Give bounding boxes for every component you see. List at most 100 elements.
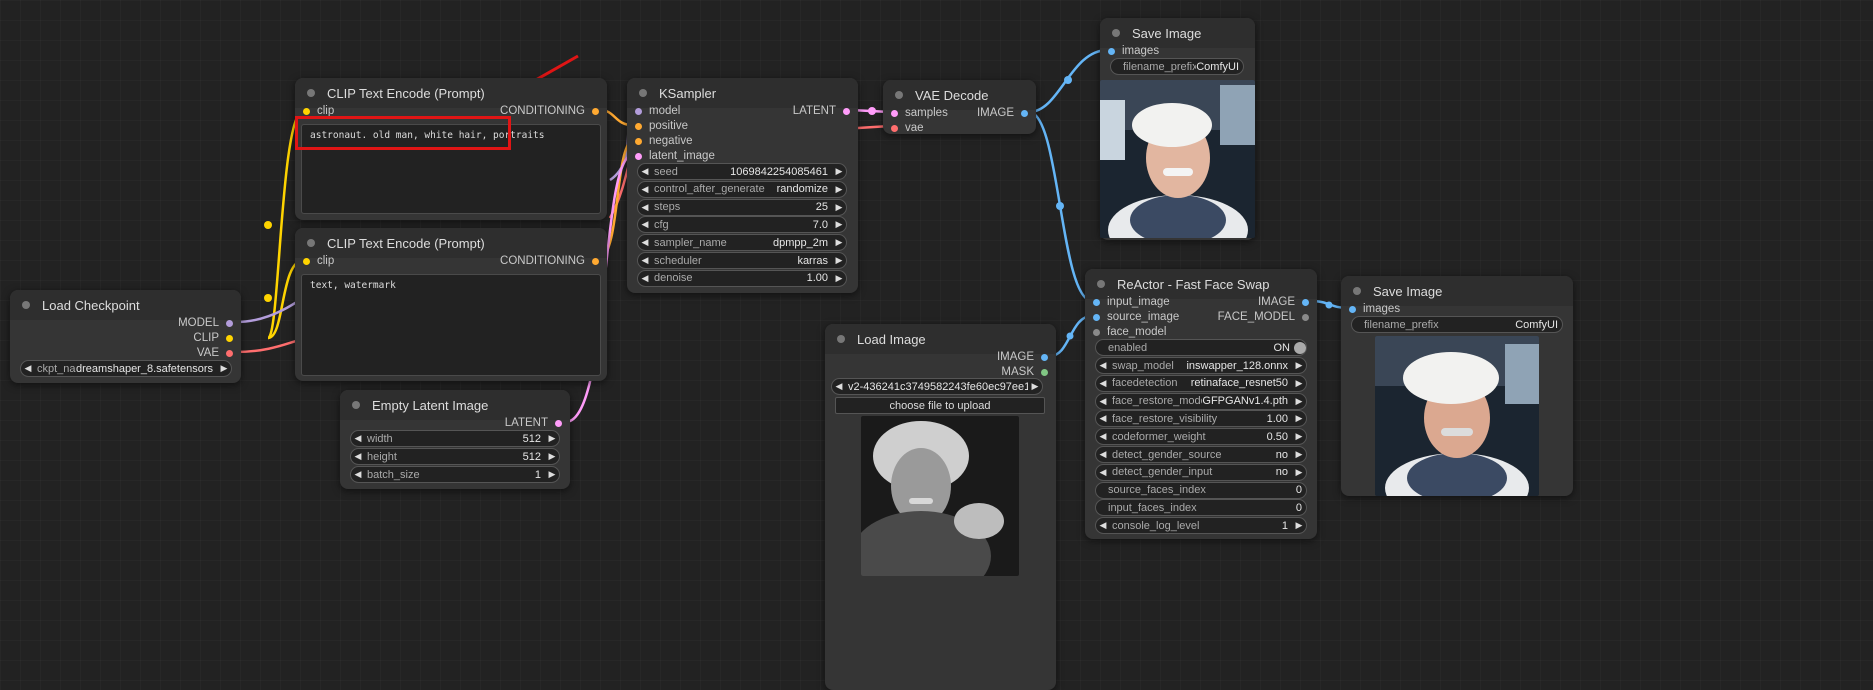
arrow-right-icon[interactable]: ▶ bbox=[545, 469, 559, 480]
node-title: CLIP Text Encode (Prompt) bbox=[327, 235, 485, 251]
batch-size-widget[interactable]: ◀ batch_size 1 ▶ bbox=[350, 466, 560, 483]
conditioning-output-slot[interactable]: CONDITIONING bbox=[500, 102, 599, 120]
cfg-widget[interactable]: ◀ cfg 7.0 ▶ bbox=[637, 216, 847, 234]
arrow-left-icon[interactable]: ◀ bbox=[832, 381, 846, 392]
arrow-left-icon[interactable]: ◀ bbox=[21, 363, 35, 374]
arrow-left-icon[interactable]: ◀ bbox=[638, 202, 652, 213]
widget-value: no bbox=[1275, 448, 1288, 461]
denoise-widget[interactable]: ◀ denoise 1.00 ▶ bbox=[637, 269, 847, 287]
arrow-left-icon[interactable]: ◀ bbox=[1096, 467, 1110, 478]
face-model-output-slot[interactable]: FACE_MODEL bbox=[1218, 308, 1309, 326]
enabled-toggle[interactable]: enabled ON bbox=[1095, 339, 1307, 356]
widget-value: 7.0 bbox=[812, 218, 828, 231]
face-restore-visibility-widget[interactable]: ◀ face_restore_visibility 1.00 ▶ bbox=[1095, 410, 1307, 428]
vae-input-slot[interactable]: vae bbox=[891, 119, 924, 137]
widget-value: 0 bbox=[1295, 484, 1302, 497]
image-output-slot[interactable]: IMAGE bbox=[977, 104, 1028, 122]
height-widget[interactable]: ◀ height 512 ▶ bbox=[350, 448, 560, 465]
widget-label: codeformer_weight bbox=[1112, 430, 1206, 443]
arrow-right-icon[interactable]: ▶ bbox=[545, 451, 559, 462]
arrow-left-icon[interactable]: ◀ bbox=[1096, 360, 1110, 371]
arrow-left-icon[interactable]: ◀ bbox=[638, 219, 652, 230]
widget-value: 1 bbox=[1281, 519, 1288, 532]
prompt-textarea[interactable]: text, watermark bbox=[301, 274, 601, 376]
clip-text-encode-positive-node[interactable]: CLIP Text Encode (Prompt) clip CONDITION… bbox=[295, 78, 607, 220]
width-widget[interactable]: ◀ width 512 ▶ bbox=[350, 430, 560, 447]
arrow-right-icon[interactable]: ▶ bbox=[1292, 520, 1306, 531]
input-faces-index-widget[interactable]: input_faces_index 0 bbox=[1095, 499, 1307, 517]
widget-label: steps bbox=[654, 201, 681, 214]
arrow-left-icon[interactable]: ◀ bbox=[1096, 413, 1110, 424]
arrow-left-icon[interactable]: ◀ bbox=[638, 273, 652, 284]
source-faces-index-widget[interactable]: source_faces_index 0 bbox=[1095, 481, 1307, 499]
vae-decode-node[interactable]: VAE Decode samples vae IMAGE bbox=[883, 80, 1036, 134]
empty-latent-image-node[interactable]: Empty Latent Image LATENT ◀ width 512 ▶ ◀ hei… bbox=[340, 390, 570, 489]
arrow-right-icon[interactable]: ▶ bbox=[832, 273, 846, 284]
arrow-left-icon[interactable]: ◀ bbox=[638, 184, 652, 195]
arrow-right-icon[interactable]: ▶ bbox=[832, 166, 846, 177]
arrow-left-icon[interactable]: ◀ bbox=[1096, 431, 1110, 442]
arrow-left-icon[interactable]: ◀ bbox=[1096, 449, 1110, 460]
widget-label: cfg bbox=[654, 218, 669, 231]
arrow-right-icon[interactable]: ▶ bbox=[1292, 396, 1306, 407]
seed-widget[interactable]: ◀ seed 1069842254085461 ▶ bbox=[637, 163, 847, 180]
arrow-right-icon[interactable]: ▶ bbox=[832, 202, 846, 213]
arrow-left-icon[interactable]: ◀ bbox=[1096, 520, 1110, 531]
arrow-right-icon[interactable]: ▶ bbox=[1292, 449, 1306, 460]
arrow-left-icon[interactable]: ◀ bbox=[351, 469, 365, 480]
image-file-combo[interactable]: ◀ v2-436241c3749582243fe60ec97ee1aed_r.j… bbox=[831, 378, 1043, 395]
widget-label: sampler_name bbox=[654, 236, 727, 249]
arrow-left-icon[interactable]: ◀ bbox=[638, 255, 652, 266]
detect-gender-input-widget[interactable]: ◀ detect_gender_input no ▶ bbox=[1095, 463, 1307, 481]
scheduler-widget[interactable]: ◀ scheduler karras ▶ bbox=[637, 252, 847, 269]
arrow-right-icon[interactable]: ▶ bbox=[1292, 467, 1306, 478]
conditioning-output-slot[interactable]: CONDITIONING bbox=[500, 252, 599, 270]
graph-canvas[interactable]: CLIP Text Encode (Prompt) clip CONDITION… bbox=[0, 0, 1873, 690]
arrow-right-icon[interactable]: ▶ bbox=[1292, 378, 1306, 389]
arrow-right-icon[interactable]: ▶ bbox=[545, 433, 559, 444]
arrow-right-icon[interactable]: ▶ bbox=[1292, 431, 1306, 442]
arrow-right-icon[interactable]: ▶ bbox=[217, 363, 231, 374]
widget-value: ComfyUI bbox=[1196, 60, 1239, 73]
widget-label: seed bbox=[654, 165, 678, 178]
facedetection-widget[interactable]: ◀ facedetection retinaface_resnet50 ▶ bbox=[1095, 374, 1307, 392]
arrow-left-icon[interactable]: ◀ bbox=[351, 451, 365, 462]
ckpt-name-combo[interactable]: ◀ ckpt_name dreamshaper_8.safetensors ▶ bbox=[20, 360, 232, 377]
ksampler-node[interactable]: KSampler model positive negative latent_… bbox=[627, 78, 858, 293]
save-image-node-2[interactable]: Save Image images filename_prefix ComfyU… bbox=[1341, 276, 1573, 496]
widget-label: control_after_generate bbox=[654, 183, 765, 196]
upload-button[interactable]: choose file to upload bbox=[835, 397, 1045, 414]
arrow-right-icon[interactable]: ▶ bbox=[832, 219, 846, 230]
reactor-face-swap-node[interactable]: ReActor - Fast Face Swap input_image sou… bbox=[1085, 269, 1317, 539]
console-log-level-widget[interactable]: ◀ console_log_level 1 ▶ bbox=[1095, 517, 1307, 535]
codeformer-weight-widget[interactable]: ◀ codeformer_weight 0.50 ▶ bbox=[1095, 428, 1307, 446]
widget-label: filename_prefix bbox=[1123, 60, 1197, 73]
sampler-name-widget[interactable]: ◀ sampler_name dpmpp_2m ▶ bbox=[637, 234, 847, 252]
widget-value: 1 bbox=[534, 468, 541, 481]
latent-output-slot[interactable]: LATENT bbox=[793, 102, 850, 120]
arrow-left-icon[interactable]: ◀ bbox=[1096, 396, 1110, 407]
clip-text-encode-negative-node[interactable]: CLIP Text Encode (Prompt) clip CONDITION… bbox=[295, 228, 607, 381]
arrow-left-icon[interactable]: ◀ bbox=[1096, 378, 1110, 389]
arrow-right-icon[interactable]: ▶ bbox=[832, 255, 846, 266]
arrow-right-icon[interactable]: ▶ bbox=[832, 184, 846, 195]
arrow-right-icon[interactable]: ▶ bbox=[1028, 381, 1042, 392]
swap-model-widget[interactable]: ◀ swap_model inswapper_128.onnx ▶ bbox=[1095, 357, 1307, 374]
source-image-preview bbox=[861, 416, 1019, 576]
control-after-generate-widget[interactable]: ◀ control_after_generate randomize ▶ bbox=[637, 180, 847, 198]
arrow-left-icon[interactable]: ◀ bbox=[351, 433, 365, 444]
arrow-right-icon[interactable]: ▶ bbox=[1292, 360, 1306, 371]
steps-widget[interactable]: ◀ steps 25 ▶ bbox=[637, 198, 847, 216]
load-checkpoint-node[interactable]: Load Checkpoint MODEL CLIP VAE ◀ ckpt_na… bbox=[10, 290, 241, 383]
face-restore-model-widget[interactable]: ◀ face_restore_model GFPGANv1.4.pth ▶ bbox=[1095, 392, 1307, 410]
arrow-left-icon[interactable]: ◀ bbox=[638, 237, 652, 248]
arrow-left-icon[interactable]: ◀ bbox=[638, 166, 652, 177]
filename-prefix-field[interactable]: filename_prefix ComfyUI bbox=[1351, 316, 1563, 333]
load-image-node[interactable]: Load Image IMAGE MASK ◀ v2-436241c374958… bbox=[825, 324, 1056, 690]
detect-gender-source-widget[interactable]: ◀ detect_gender_source no ▶ bbox=[1095, 446, 1307, 463]
arrow-right-icon[interactable]: ▶ bbox=[1292, 413, 1306, 424]
arrow-right-icon[interactable]: ▶ bbox=[832, 237, 846, 248]
clip-input-slot[interactable]: clip bbox=[303, 252, 334, 270]
save-image-node-1[interactable]: Save Image images filename_prefix ComfyU… bbox=[1100, 18, 1255, 240]
filename-prefix-field[interactable]: filename_prefix ComfyUI bbox=[1110, 58, 1244, 75]
